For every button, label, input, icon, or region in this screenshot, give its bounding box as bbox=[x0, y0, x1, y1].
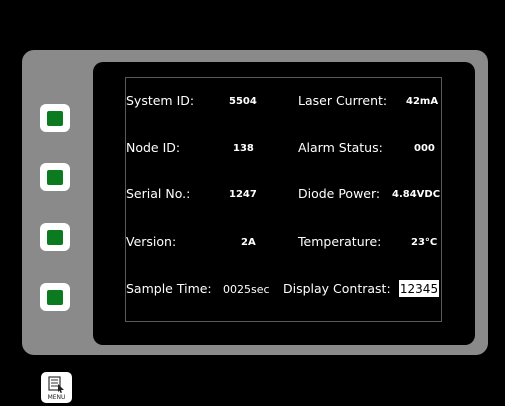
alarm-status-label: Alarm Status: bbox=[298, 140, 383, 155]
laser-current-label: Laser Current: bbox=[298, 93, 388, 108]
system-id-label: System ID: bbox=[126, 93, 195, 108]
temperature-value: 23°C bbox=[411, 237, 438, 248]
version-value: 2A bbox=[241, 237, 256, 248]
display-contrast-field[interactable]: 12345 bbox=[399, 280, 439, 297]
node-id-value: 138 bbox=[233, 143, 254, 154]
version-label: Version: bbox=[126, 234, 177, 249]
alarm-status-value: 000 bbox=[414, 143, 435, 154]
display-contrast-label: Display Contrast: bbox=[283, 281, 391, 296]
serial-no-value: 1247 bbox=[229, 189, 257, 200]
sample-time-value: 0025sec bbox=[223, 283, 270, 296]
temperature-label: Temperature: bbox=[298, 234, 382, 249]
menu-label: MENU bbox=[47, 394, 66, 401]
softkey-4-led bbox=[47, 289, 63, 305]
menu-button[interactable]: MENU bbox=[41, 372, 72, 403]
softkey-1-led bbox=[47, 110, 63, 126]
softkey-3-button[interactable] bbox=[40, 223, 70, 251]
diode-power-value: 4.84VDC bbox=[392, 189, 441, 200]
menu-icon bbox=[48, 376, 64, 393]
sample-time-label: Sample Time: bbox=[126, 281, 212, 296]
serial-no-label: Serial No.: bbox=[126, 186, 191, 201]
softkey-4-button[interactable] bbox=[40, 283, 70, 311]
softkey-2-button[interactable] bbox=[40, 163, 70, 191]
softkey-2-led bbox=[47, 169, 63, 185]
node-id-label: Node ID: bbox=[126, 140, 181, 155]
softkey-1-button[interactable] bbox=[40, 104, 70, 132]
system-id-value: 5504 bbox=[229, 96, 257, 107]
diode-power-label: Diode Power: bbox=[298, 186, 381, 201]
softkey-3-led bbox=[47, 229, 63, 245]
laser-current-value: 42mA bbox=[406, 96, 439, 107]
